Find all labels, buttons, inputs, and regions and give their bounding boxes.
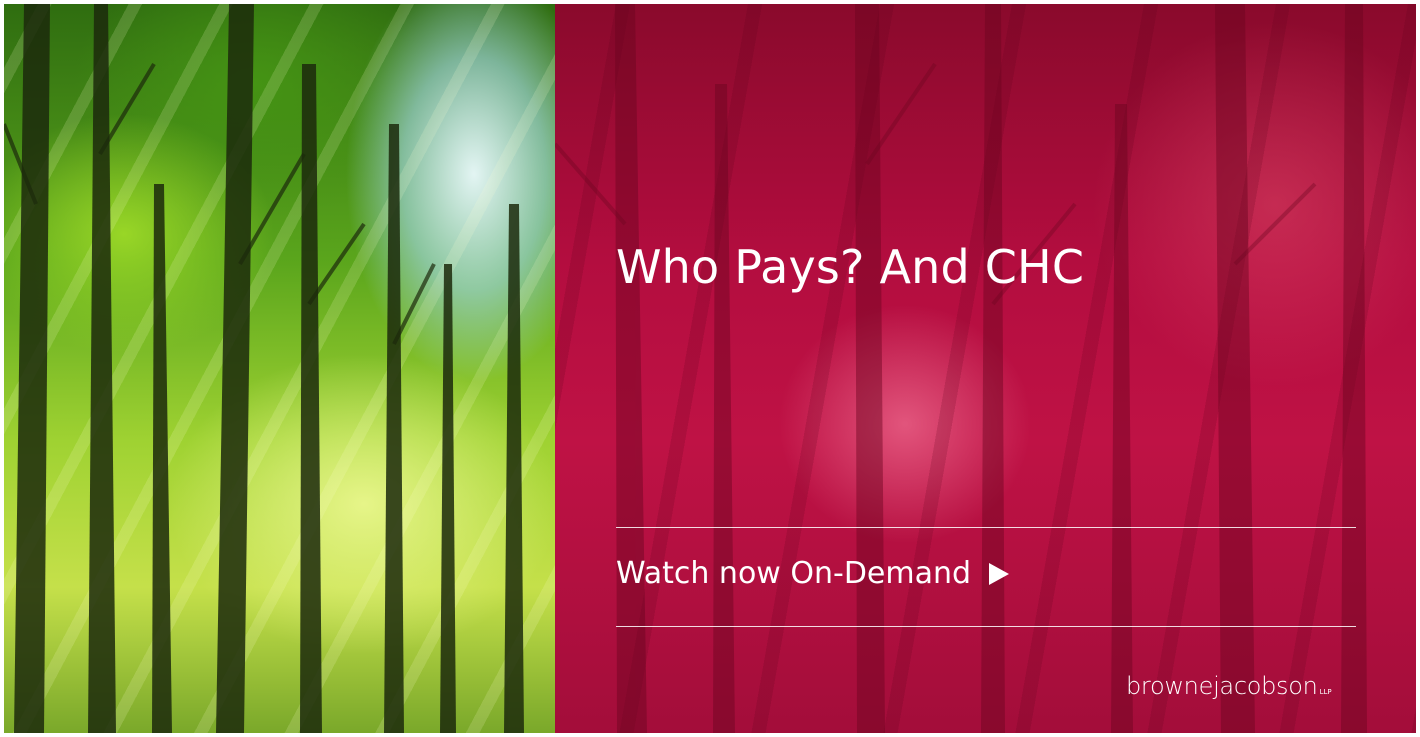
- watch-on-demand-link[interactable]: Watch now On-Demand: [616, 556, 1010, 591]
- logo-wordmark: brownejacobson: [1126, 672, 1318, 700]
- play-icon: [989, 562, 1010, 585]
- browne-jacobson-logo: brownejacobson LLP: [1126, 672, 1332, 700]
- tree-trunks: [4, 4, 524, 733]
- panel-tree-silhouettes: [555, 4, 1367, 733]
- logo-suffix: LLP: [1319, 688, 1332, 696]
- webinar-title: Who Pays? And CHC: [616, 240, 1085, 294]
- divider-top: [616, 527, 1356, 528]
- divider-bottom: [616, 626, 1356, 627]
- webinar-banner: Who Pays? And CHC Watch now On-Demand br…: [4, 4, 1416, 733]
- brand-panel: [555, 4, 1416, 733]
- forest-photo: [4, 4, 555, 733]
- watch-on-demand-label: Watch now On-Demand: [616, 556, 972, 591]
